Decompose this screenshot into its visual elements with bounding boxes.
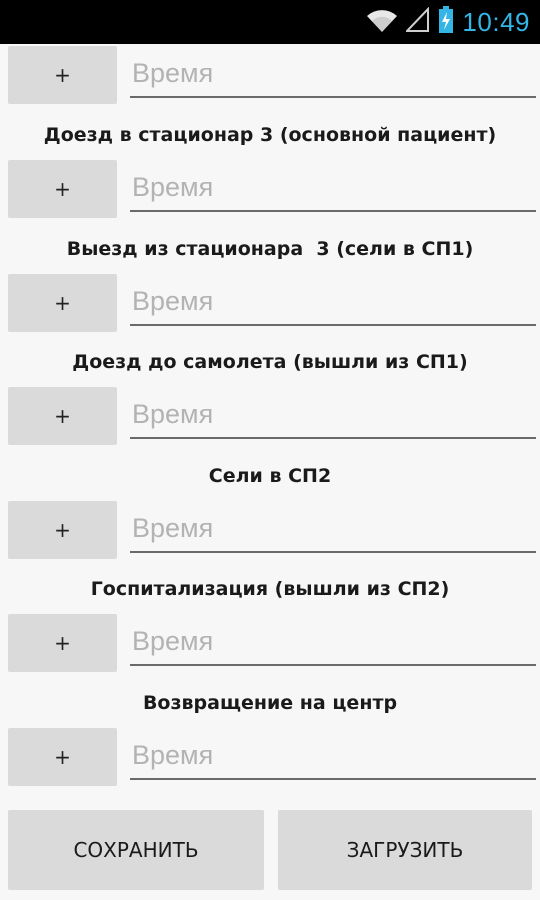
status-icons: 10:49 bbox=[366, 0, 530, 44]
section-label: Сели в СП2 bbox=[208, 465, 332, 487]
time-row: + bbox=[0, 385, 540, 445]
time-row: + bbox=[0, 499, 540, 559]
time-row: + bbox=[0, 272, 540, 332]
time-input[interactable] bbox=[130, 164, 536, 212]
battery-charging-icon bbox=[438, 6, 454, 38]
time-row: + bbox=[0, 158, 540, 218]
section-label: Госпитализация (вышли из СП2) bbox=[90, 578, 450, 600]
add-time-button[interactable]: + bbox=[8, 501, 117, 559]
time-input[interactable] bbox=[130, 732, 536, 780]
status-clock: 10:49 bbox=[462, 6, 530, 37]
time-input[interactable] bbox=[130, 618, 536, 666]
add-time-button[interactable]: + bbox=[8, 387, 117, 445]
time-row: + bbox=[0, 44, 540, 104]
time-row: + bbox=[0, 726, 540, 786]
section-label: Доезд в стационар 3 (основной пациент) bbox=[43, 124, 497, 146]
save-button[interactable]: СОХРАНИТЬ bbox=[8, 810, 264, 890]
section-label: Выезд из стационара 3 (сели в СП1) bbox=[66, 238, 474, 260]
add-time-button[interactable]: + bbox=[8, 274, 117, 332]
add-time-button[interactable]: + bbox=[8, 160, 117, 218]
status-bar: 10:49 bbox=[0, 0, 540, 44]
time-input[interactable] bbox=[130, 391, 536, 439]
section-label: Доезд до самолета (вышли из СП1) bbox=[72, 351, 468, 373]
wifi-icon bbox=[366, 7, 398, 37]
add-time-button[interactable]: + bbox=[8, 614, 117, 672]
signal-icon bbox=[405, 6, 430, 37]
time-row: + bbox=[0, 612, 540, 672]
time-input[interactable] bbox=[130, 278, 536, 326]
add-time-button[interactable]: + bbox=[8, 728, 117, 786]
time-input[interactable] bbox=[130, 50, 536, 98]
load-button[interactable]: ЗАГРУЗИТЬ bbox=[278, 810, 532, 890]
form-content: + Доезд в стационар 3 (основной пациент)… bbox=[0, 44, 540, 900]
section-label: Возвращение на центр bbox=[142, 692, 398, 714]
add-time-button[interactable]: + bbox=[8, 46, 117, 104]
time-input[interactable] bbox=[130, 505, 536, 553]
